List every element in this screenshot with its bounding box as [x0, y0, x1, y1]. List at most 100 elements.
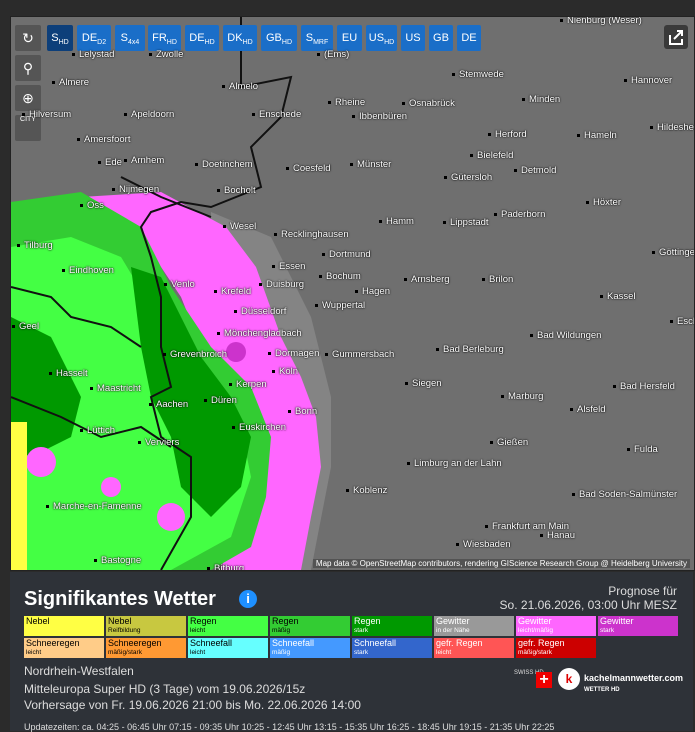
city-label: Recklinghausen — [274, 229, 349, 240]
city-label: Maastricht — [90, 383, 141, 394]
city-label: Almelo — [221, 81, 259, 92]
city-label: Geel — [11, 321, 40, 332]
city-label: Bad Soden-Salmünster — [571, 489, 678, 500]
city-label: Hildeshe — [650, 122, 694, 133]
city-label: Göttinge — [652, 247, 695, 258]
city-label: Kerpen — [229, 379, 267, 390]
city-label: Bad Hersfeld — [613, 381, 675, 392]
model-button-ushd[interactable]: USHD — [366, 25, 397, 51]
city-label: Koblenz — [345, 485, 388, 496]
legend-panel: Signifikantes Wetter i Prognose für So. … — [10, 572, 693, 732]
city-label: Almere — [51, 77, 90, 88]
model-button-s4x4[interactable]: S4x4 — [115, 25, 145, 51]
city-label: Tilburg — [17, 240, 53, 251]
city-label: Paderborn — [493, 209, 546, 220]
model-button-us[interactable]: US — [401, 25, 425, 51]
model-button-ded2[interactable]: DED2 — [77, 25, 111, 51]
kachelmann-logo-icon: k — [558, 668, 580, 690]
city-label: Amersfoort — [76, 134, 131, 145]
city-label: Eindhoven — [62, 265, 114, 276]
city-label: Hanau — [540, 530, 575, 541]
city-label: Ibbenbüren — [351, 111, 408, 122]
city-label: Duisburg — [258, 279, 305, 290]
model-button-gb[interactable]: GB — [429, 25, 453, 51]
city-label: Wesel — [222, 221, 257, 232]
city-label: Doetinchem — [195, 159, 253, 170]
model-button-shd[interactable]: SHD — [47, 25, 73, 51]
zoom-icon[interactable]: ⊕ — [15, 85, 41, 111]
city-label: Dortmund — [322, 249, 371, 260]
share-button[interactable] — [664, 25, 688, 49]
city-label: Bad Wildungen — [529, 330, 602, 341]
city-label: Grevenbroich — [162, 349, 228, 360]
city-label: Gütersloh — [443, 172, 493, 183]
legend-item: Regen stark — [352, 616, 432, 636]
city-label: Hagen — [355, 286, 390, 297]
legend-item: Schneeregen mäßig/stark — [106, 638, 186, 658]
city-label: Arnhem — [123, 155, 165, 166]
city-label: Aachen — [148, 399, 189, 410]
model-button-smrf[interactable]: SMRF — [301, 25, 333, 51]
legend-item: Schneefall mäßig — [270, 638, 350, 658]
city-label: Bitburg — [206, 563, 244, 570]
city-label: Fulda — [627, 444, 658, 455]
model-button-dkhd[interactable]: DKHD — [223, 25, 257, 51]
weather-map[interactable]: ↻ ⚲ ⊕ CITY SHD DED2 S4x4 FRHD DEHD DKHD GBHD SM… — [10, 16, 695, 571]
city-label: Bochum — [319, 271, 361, 282]
city-label: Hannover — [623, 75, 673, 86]
legend-item: Gewitter leicht/mäßig — [516, 616, 596, 636]
city-label: Eschw — [670, 316, 694, 327]
city-label: Coesfeld — [286, 163, 331, 174]
model-button-eu[interactable]: EU — [337, 25, 362, 51]
city-label: Bonn — [287, 406, 318, 417]
city-label: Lippstadt — [443, 217, 489, 228]
city-label: Bielefeld — [469, 150, 514, 161]
share-icon — [669, 30, 683, 45]
prognose-time: So. 21.06.2026, 03:00 Uhr MESZ — [499, 598, 677, 612]
city-label: Zwolle — [148, 49, 184, 60]
region-label: Nordrhein-Westfalen — [24, 664, 134, 678]
legend-item: Schneefall stark — [352, 638, 432, 658]
city-label: Hameln — [577, 130, 617, 141]
city-label: Höxter — [586, 197, 621, 208]
model-button-frhd[interactable]: FRHD — [148, 25, 181, 51]
location-pin-icon[interactable]: ⚲ — [15, 55, 41, 81]
city-label: Köln — [271, 366, 299, 377]
city-label: Düren — [204, 395, 237, 406]
city-label: Enschede — [251, 109, 302, 120]
city-label: Stemwede — [452, 69, 504, 80]
legend-item: gefr. Regen mäßig/stark — [516, 638, 596, 658]
city-label: Ede — [98, 157, 122, 168]
city-label: Essen — [271, 261, 306, 272]
city-label: Arnsberg — [404, 274, 450, 285]
brand-name: kachelmannwetter.com WETTER HD — [583, 673, 683, 693]
vorhersage-label: Vorhersage von Fr. 19.06.2026 21:00 bis … — [24, 698, 361, 712]
swiss-flag-icon: + — [536, 672, 552, 688]
city-label: Euskirchen — [232, 422, 286, 433]
city-label: Marburg — [500, 391, 544, 402]
city-label: Düsseldorf — [233, 306, 287, 317]
city-label: Brilon — [481, 274, 514, 285]
city-label: Rheine — [327, 97, 366, 108]
legend-item: Gewitter in der Nähe — [434, 616, 514, 636]
city-label: Hilversum — [21, 109, 72, 120]
city-label: Nienburg (Weser) — [560, 16, 642, 26]
city-label: Lelystad — [71, 49, 115, 60]
info-icon[interactable]: i — [239, 590, 257, 608]
city-label: Bocholt — [217, 185, 256, 196]
city-label: Gießen — [489, 437, 529, 448]
city-label: Wuppertal — [314, 300, 366, 311]
city-label: Dormagen — [267, 348, 320, 359]
city-label: Osnabrück — [402, 98, 455, 109]
legend-item: Regen mäßig — [270, 616, 350, 636]
model-button-dehd[interactable]: DEHD — [185, 25, 219, 51]
reload-icon[interactable]: ↻ — [15, 25, 41, 51]
model-button-gbhd[interactable]: GBHD — [261, 25, 297, 51]
model-button-de[interactable]: DE — [457, 25, 481, 51]
city-label: Limburg an der Lahn — [407, 458, 502, 469]
model-label: Mitteleuropa Super HD (3 Tage) vom 19.06… — [24, 682, 306, 696]
city-label: Siegen — [405, 378, 442, 389]
city-label: Oss — [80, 200, 104, 211]
city-label: Bastogne — [93, 555, 142, 566]
city-label: (Ems) — [316, 49, 350, 60]
